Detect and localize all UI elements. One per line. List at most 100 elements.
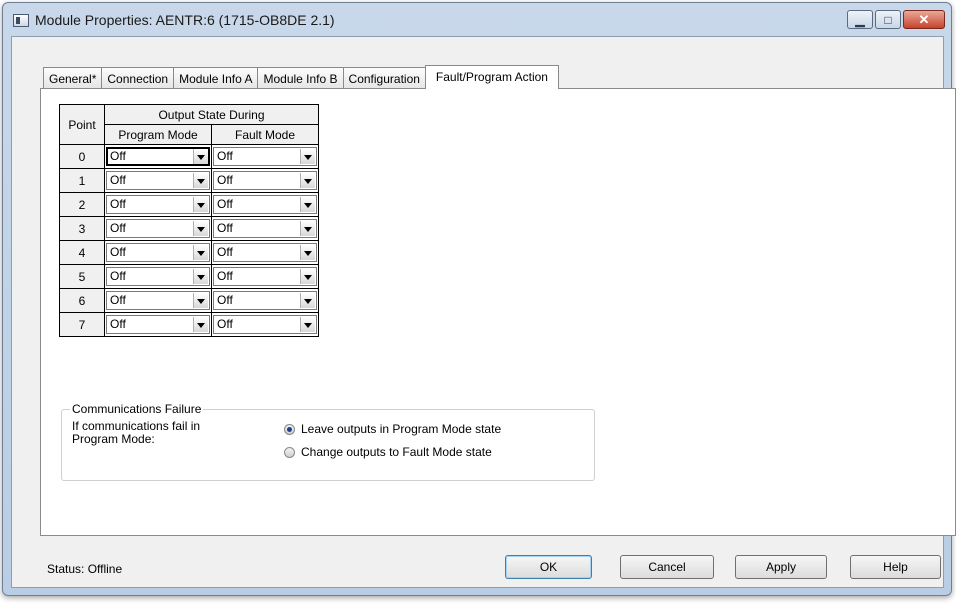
leave-outputs-program-mode-label[interactable]: Leave outputs in Program Mode state — [301, 422, 501, 436]
help-button[interactable]: Help — [850, 555, 941, 579]
table-row: 5 Off Off — [59, 264, 319, 289]
close-icon: ✕ — [918, 11, 930, 27]
cancel-button[interactable]: Cancel — [620, 555, 714, 579]
dialog-client-area: General* Connection Module Info A Module… — [11, 36, 956, 588]
change-outputs-fault-mode-label[interactable]: Change outputs to Fault Mode state — [301, 445, 492, 459]
fault-mode-value: Off — [217, 269, 233, 283]
output-state-table: Point Output State During Program Mode F… — [59, 104, 319, 337]
point-number: 1 — [59, 168, 105, 193]
dropdown-arrow-icon[interactable] — [300, 245, 315, 260]
dropdown-arrow-icon[interactable] — [193, 269, 208, 284]
fault-mode-value: Off — [217, 149, 233, 163]
table-row: 2 Off Off — [59, 192, 319, 217]
window-icon — [13, 14, 29, 27]
tab-strip: General* Connection Module Info A Module… — [43, 65, 559, 89]
fault-mode-dropdown[interactable]: Off — [213, 195, 317, 214]
fault-mode-dropdown[interactable]: Off — [213, 171, 317, 190]
fault-mode-dropdown[interactable]: Off — [213, 267, 317, 286]
communications-failure-group: Communications Failure If communications… — [61, 402, 595, 481]
apply-button[interactable]: Apply — [735, 555, 827, 579]
dropdown-arrow-icon[interactable] — [300, 149, 315, 164]
tab-module-info-b[interactable]: Module Info B — [257, 67, 344, 89]
tab-configuration[interactable]: Configuration — [342, 67, 426, 89]
output-state-during-header: Output State During — [104, 104, 319, 125]
close-button[interactable]: ✕ — [903, 10, 945, 29]
communications-failure-legend: Communications Failure — [70, 402, 204, 416]
program-mode-value: Off — [110, 317, 126, 331]
ok-button[interactable]: OK — [505, 555, 592, 579]
fault-mode-column-header: Fault Mode — [211, 124, 319, 145]
fault-mode-dropdown[interactable]: Off — [213, 291, 317, 310]
program-mode-value: Off — [110, 221, 126, 235]
program-mode-dropdown[interactable]: Off — [106, 219, 210, 238]
minimize-button[interactable]: ▁ — [847, 10, 873, 29]
program-mode-value: Off — [110, 149, 126, 163]
dropdown-arrow-icon[interactable] — [193, 317, 208, 332]
program-mode-dropdown[interactable]: Off — [106, 171, 210, 190]
dropdown-arrow-icon[interactable] — [300, 173, 315, 188]
tab-fault-program-action[interactable]: Fault/Program Action — [424, 65, 559, 89]
fault-mode-value: Off — [217, 173, 233, 187]
tab-module-info-a[interactable]: Module Info A — [173, 67, 259, 89]
dropdown-arrow-icon[interactable] — [300, 293, 315, 308]
program-mode-dropdown[interactable]: Off — [106, 267, 210, 286]
program-mode-value: Off — [110, 269, 126, 283]
maximize-button[interactable]: □ — [875, 10, 901, 29]
table-row: 3 Off Off — [59, 216, 319, 241]
dropdown-arrow-icon[interactable] — [300, 317, 315, 332]
program-mode-dropdown[interactable]: Off — [106, 291, 210, 310]
fault-mode-dropdown[interactable]: Off — [213, 147, 317, 166]
tab-connection[interactable]: Connection — [101, 67, 175, 89]
program-mode-value: Off — [110, 245, 126, 259]
program-mode-dropdown[interactable]: Off — [106, 243, 210, 262]
table-row: 1 Off Off — [59, 168, 319, 193]
point-number: 3 — [59, 216, 105, 241]
minimize-icon: ▁ — [855, 12, 865, 27]
fault-mode-value: Off — [217, 293, 233, 307]
status-text: Status: Offline — [47, 562, 123, 576]
point-number: 6 — [59, 288, 105, 313]
program-mode-value: Off — [110, 173, 126, 187]
dropdown-arrow-icon[interactable] — [193, 173, 208, 188]
fault-mode-dropdown[interactable]: Off — [213, 315, 317, 334]
table-row: 0 Off Off — [59, 144, 319, 169]
dropdown-arrow-icon[interactable] — [193, 197, 208, 212]
program-mode-dropdown[interactable]: Off — [106, 315, 210, 334]
program-mode-dropdown[interactable]: Off — [106, 195, 210, 214]
communications-failure-description: If communications fail in Program Mode: — [72, 419, 201, 446]
program-mode-value: Off — [110, 293, 126, 307]
point-number: 4 — [59, 240, 105, 265]
program-mode-column-header: Program Mode — [104, 124, 212, 145]
dropdown-arrow-icon[interactable] — [193, 149, 208, 164]
fault-mode-dropdown[interactable]: Off — [213, 243, 317, 262]
table-row: 4 Off Off — [59, 240, 319, 265]
dropdown-arrow-icon[interactable] — [300, 221, 315, 236]
fault-program-action-panel: Point Output State During Program Mode F… — [40, 88, 956, 536]
dropdown-arrow-icon[interactable] — [300, 269, 315, 284]
program-mode-value: Off — [110, 197, 126, 211]
dropdown-arrow-icon[interactable] — [193, 245, 208, 260]
module-properties-window: Module Properties: AENTR:6 (1715-OB8DE 2… — [2, 2, 956, 596]
change-outputs-fault-mode-radio[interactable]: Change outputs to Fault Mode state — [284, 445, 492, 459]
program-mode-dropdown[interactable]: Off — [106, 147, 210, 166]
tab-general[interactable]: General* — [43, 67, 103, 89]
radio-unselected-icon[interactable] — [284, 446, 295, 458]
dropdown-arrow-icon[interactable] — [193, 221, 208, 236]
radio-selected-icon[interactable] — [284, 423, 295, 435]
dropdown-arrow-icon[interactable] — [300, 197, 315, 212]
point-column-header: Point — [59, 104, 105, 145]
table-row: 7 Off Off — [59, 312, 319, 337]
point-number: 7 — [59, 312, 105, 337]
fault-mode-value: Off — [217, 221, 233, 235]
fault-mode-value: Off — [217, 197, 233, 211]
leave-outputs-program-mode-radio[interactable]: Leave outputs in Program Mode state — [284, 422, 501, 436]
fault-mode-value: Off — [217, 317, 233, 331]
title-bar[interactable]: Module Properties: AENTR:6 (1715-OB8DE 2… — [3, 3, 951, 37]
dropdown-arrow-icon[interactable] — [193, 293, 208, 308]
point-number: 0 — [59, 144, 105, 169]
table-row: 6 Off Off — [59, 288, 319, 313]
fault-mode-dropdown[interactable]: Off — [213, 219, 317, 238]
point-number: 2 — [59, 192, 105, 217]
maximize-icon: □ — [884, 12, 892, 27]
point-number: 5 — [59, 264, 105, 289]
